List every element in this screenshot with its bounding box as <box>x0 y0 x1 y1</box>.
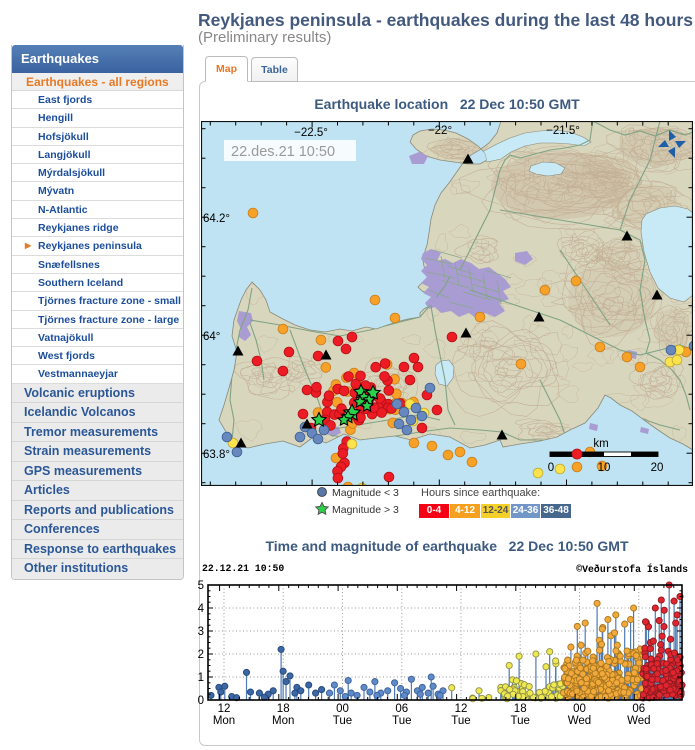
svg-text:0: 0 <box>548 462 554 474</box>
svg-text:Tue: Tue <box>511 715 530 727</box>
svg-text:Mon: Mon <box>272 715 294 727</box>
svg-text:22.12.21 10:50: 22.12.21 10:50 <box>202 563 284 574</box>
svg-text:06: 06 <box>395 703 408 715</box>
svg-text:5: 5 <box>198 580 204 592</box>
svg-text:64.2°: 64.2° <box>203 213 230 225</box>
svg-text:06: 06 <box>632 703 645 715</box>
svg-text:−22°: −22° <box>428 125 452 137</box>
svg-text:63.8°: 63.8° <box>203 449 230 461</box>
svg-text:12: 12 <box>218 703 231 715</box>
svg-text:©Veðurstofa Íslands: ©Veðurstofa Íslands <box>576 564 688 575</box>
svg-text:64°: 64° <box>203 331 220 343</box>
svg-text:km: km <box>593 438 608 450</box>
svg-text:3: 3 <box>198 626 204 638</box>
svg-text:10: 10 <box>598 462 611 474</box>
svg-text:4: 4 <box>198 603 205 615</box>
svg-text:00: 00 <box>573 703 586 715</box>
svg-text:22.des.21 10:50: 22.des.21 10:50 <box>231 144 335 160</box>
svg-text:0: 0 <box>198 695 204 707</box>
svg-text:Mon: Mon <box>213 715 235 727</box>
svg-text:Tue: Tue <box>451 715 470 727</box>
svg-text:Tue: Tue <box>333 715 352 727</box>
svg-text:−21.5°: −21.5° <box>546 125 580 137</box>
svg-text:12: 12 <box>455 703 468 715</box>
svg-text:18: 18 <box>277 703 290 715</box>
svg-text:2: 2 <box>198 649 204 661</box>
svg-text:18: 18 <box>514 703 527 715</box>
svg-text:Tue: Tue <box>392 715 411 727</box>
svg-text:20: 20 <box>651 462 664 474</box>
svg-text:1: 1 <box>198 672 204 684</box>
svg-text:−22.5°: −22.5° <box>294 127 328 139</box>
svg-text:Wed: Wed <box>627 715 650 727</box>
svg-text:00: 00 <box>336 703 349 715</box>
svg-text:Wed: Wed <box>568 715 591 727</box>
